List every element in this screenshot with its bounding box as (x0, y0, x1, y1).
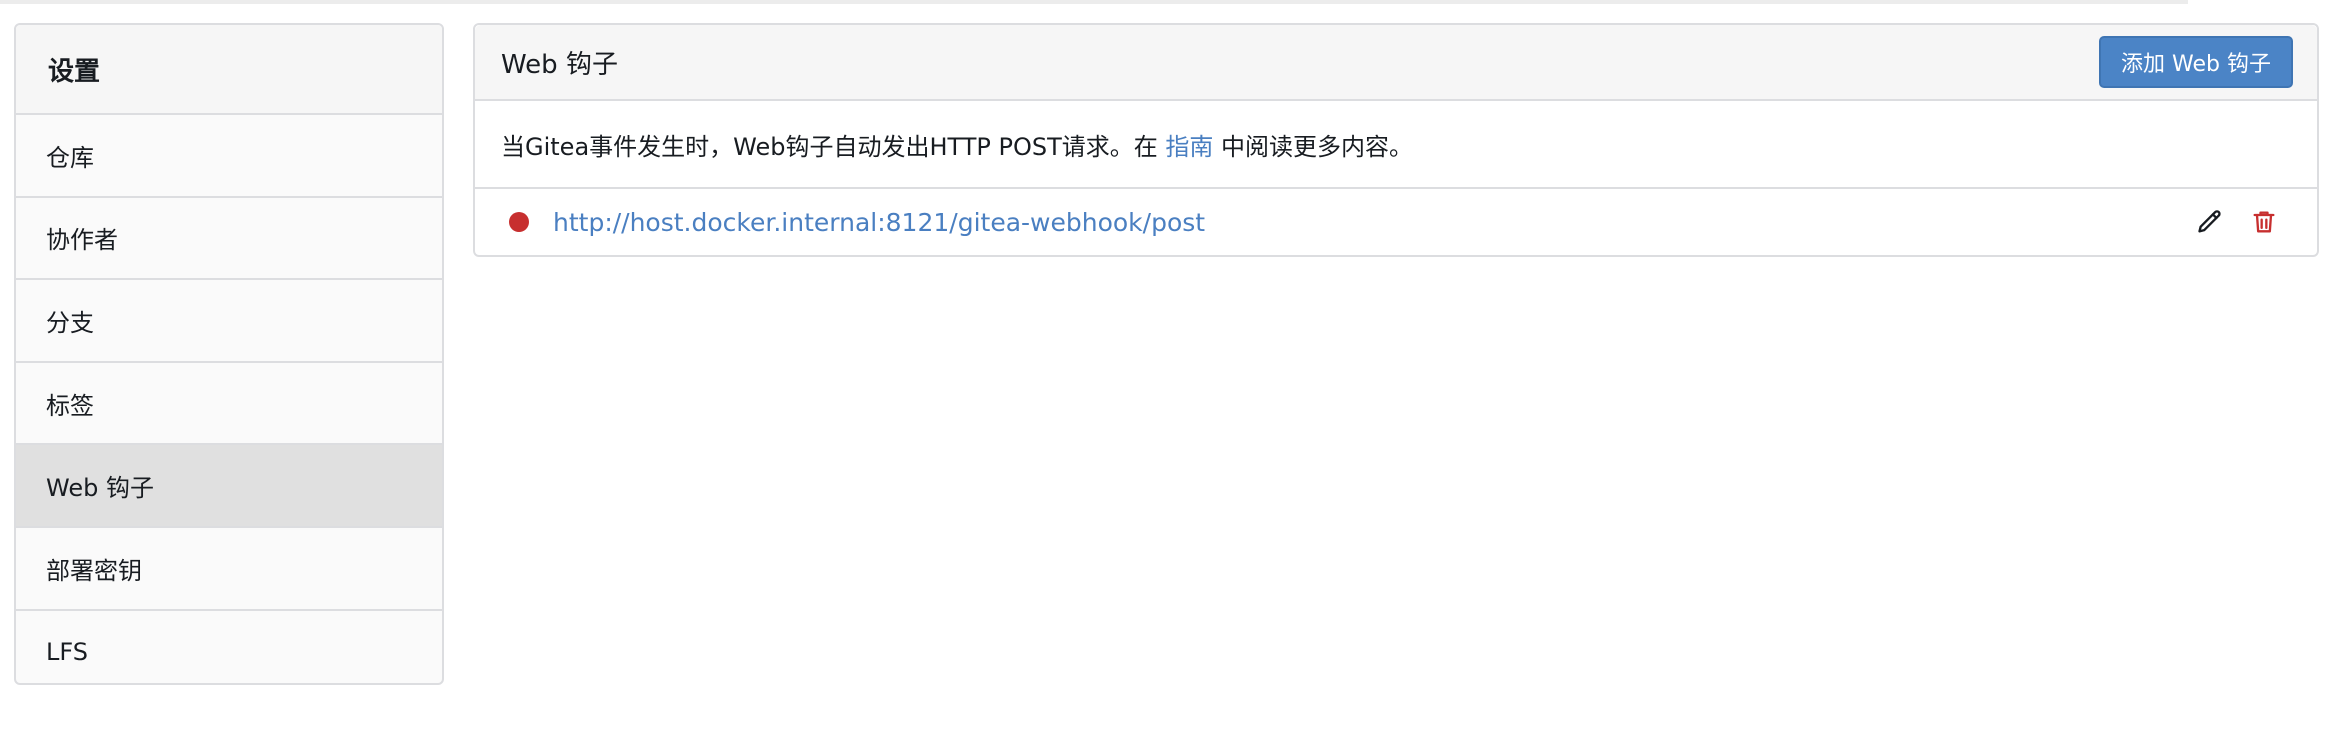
webhooks-description: 当Gitea事件发生时，Web钩子自动发出HTTP POST请求。在 指南 中阅… (475, 101, 2317, 189)
sidebar-item-webhooks[interactable]: Web 钩子 (16, 445, 442, 528)
sidebar-item-collaborators[interactable]: 协作者 (16, 198, 442, 281)
sidebar-item-repository[interactable]: 仓库 (16, 115, 442, 198)
webhook-actions (2195, 207, 2279, 237)
delete-webhook-button[interactable] (2249, 207, 2279, 237)
sidebar-item-branches[interactable]: 分支 (16, 280, 442, 363)
description-suffix: 中阅读更多内容。 (1213, 132, 1414, 161)
status-dot-icon (509, 212, 529, 232)
description-prefix: 当Gitea事件发生时，Web钩子自动发出HTTP POST请求。在 (501, 132, 1166, 161)
panel-header: Web 钩子 添加 Web 钩子 (475, 25, 2317, 101)
webhook-url-link[interactable]: http://host.docker.internal:8121/gitea-w… (553, 208, 2195, 237)
webhooks-panel: Web 钩子 添加 Web 钩子 当Gitea事件发生时，Web钩子自动发出HT… (473, 23, 2319, 257)
top-strip (0, 0, 2188, 4)
sidebar-item-tags[interactable]: 标签 (16, 363, 442, 446)
sidebar-item-lfs[interactable]: LFS (16, 611, 442, 683)
webhook-row: http://host.docker.internal:8121/gitea-w… (475, 189, 2317, 255)
trash-icon (2253, 211, 2275, 233)
pencil-icon (2198, 210, 2221, 233)
edit-webhook-button[interactable] (2195, 207, 2225, 237)
guide-link[interactable]: 指南 (1165, 127, 1213, 162)
settings-sidebar: 设置 仓库 协作者 分支 标签 Web 钩子 部署密钥 LFS (14, 23, 444, 685)
sidebar-item-deploy-keys[interactable]: 部署密钥 (16, 528, 442, 611)
page-title: Web 钩子 (501, 49, 618, 80)
add-webhook-button[interactable]: 添加 Web 钩子 (2099, 36, 2293, 88)
sidebar-title: 设置 (16, 25, 442, 115)
